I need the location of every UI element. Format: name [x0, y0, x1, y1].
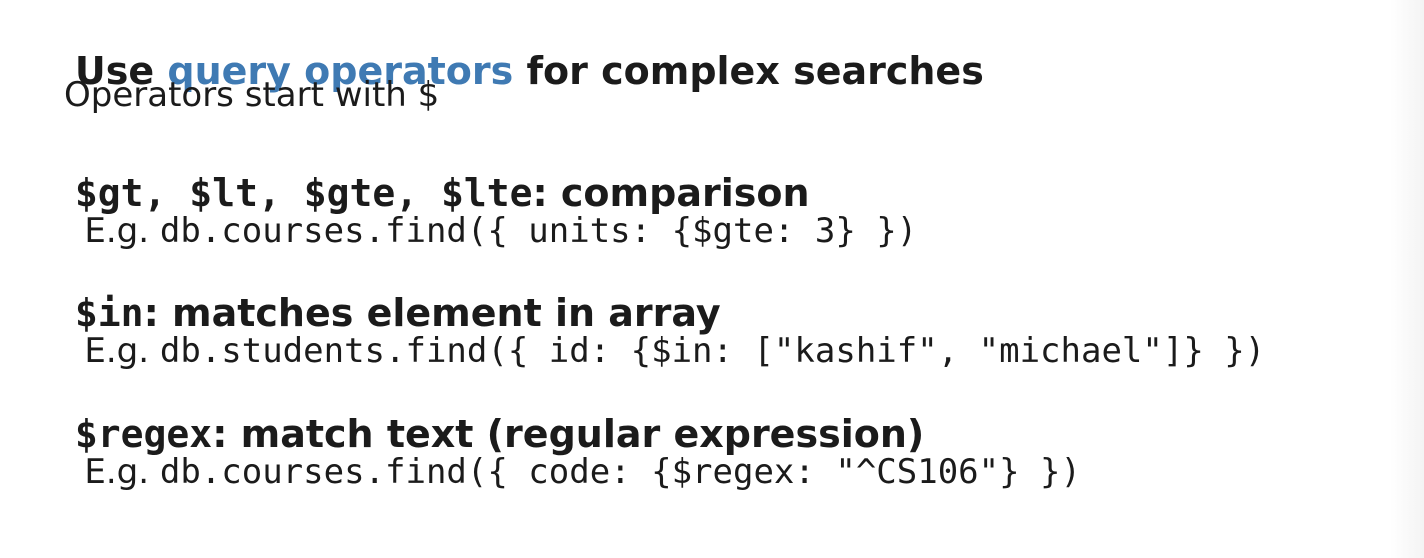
example-prefix: E.g.: [84, 211, 160, 251]
example-code: db.courses.find({ code: {$regex: "^CS106…: [159, 452, 1081, 492]
example-prefix: E.g.: [84, 331, 160, 371]
operator-example: E.g. db.courses.find({ code: {$regex: "^…: [64, 439, 1081, 505]
example-prefix: E.g.: [84, 452, 160, 492]
right-edge-shadow: [1390, 0, 1424, 558]
example-code: db.courses.find({ units: {$gte: 3} }): [159, 211, 918, 251]
operator-example: E.g. db.students.find({ id: {$in: ["kash…: [64, 318, 1265, 384]
example-code: db.students.find({ id: {$in: ["kashif", …: [159, 331, 1266, 371]
intro-text: Operators start with $: [64, 75, 440, 115]
operator-example: E.g. db.courses.find({ units: {$gte: 3} …: [64, 198, 917, 264]
heading-suffix: for complex searches: [513, 49, 984, 93]
